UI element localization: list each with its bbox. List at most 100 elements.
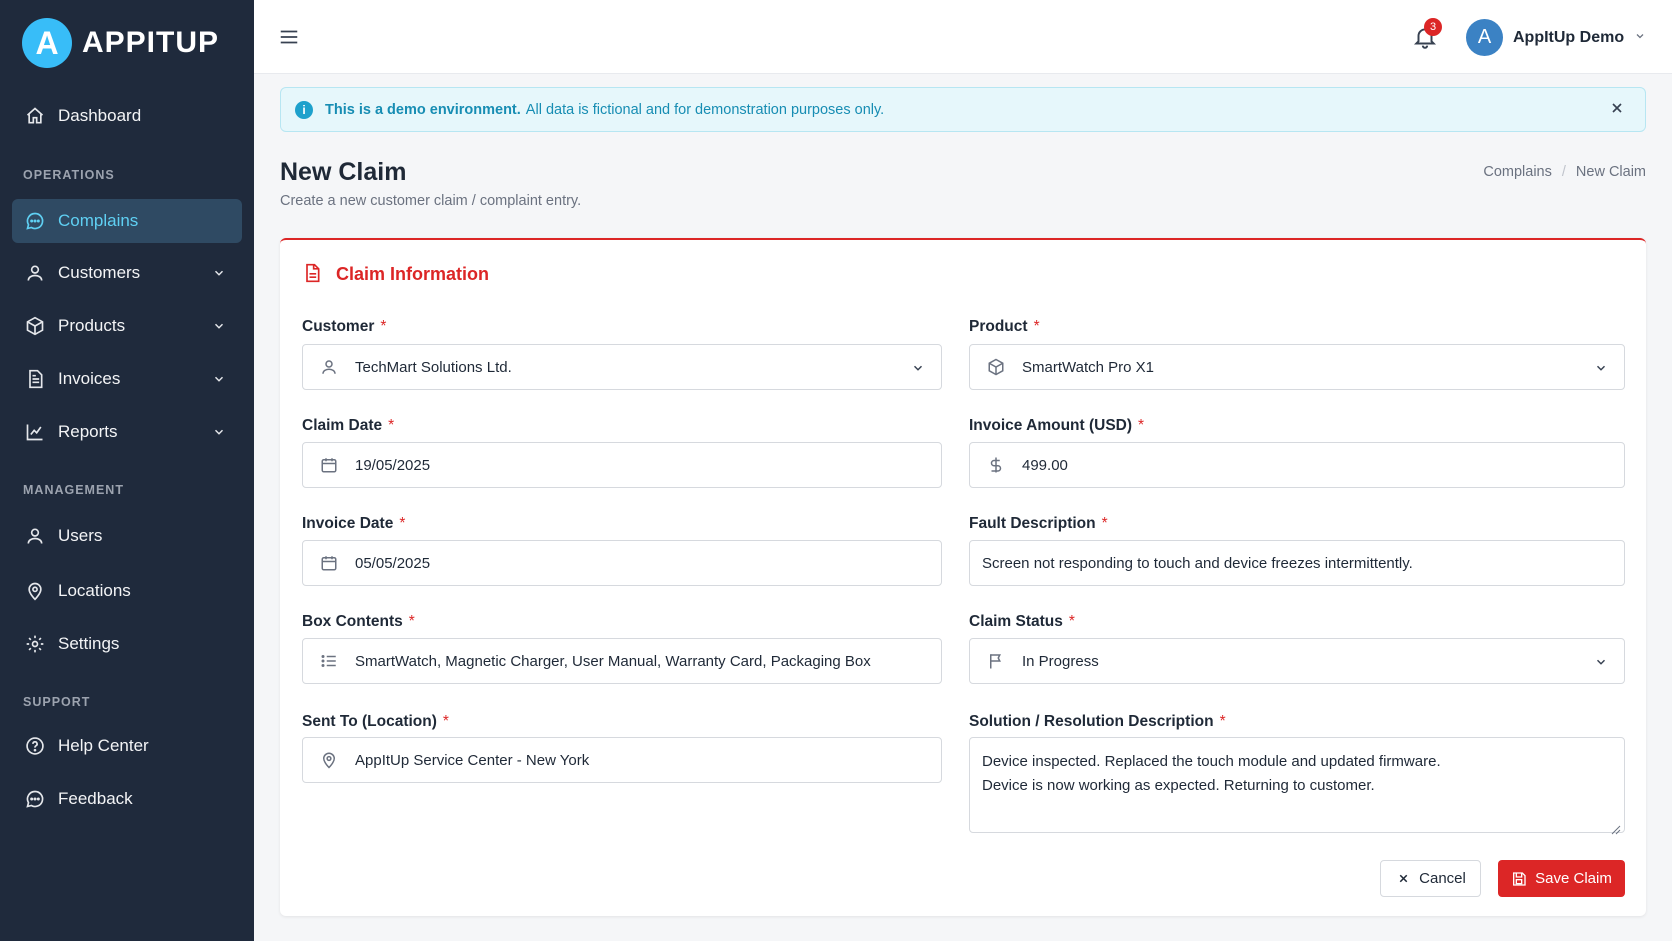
solution-label-text: Solution / Resolution Description bbox=[969, 713, 1214, 730]
user-icon bbox=[24, 262, 46, 284]
sidebar-item-label: Locations bbox=[58, 581, 131, 600]
sidebar-item-label: Products bbox=[58, 316, 126, 335]
claim-status-label: Claim Status * bbox=[969, 613, 1075, 631]
topbar: 3 A AppItUp Demo bbox=[254, 0, 1672, 74]
alert-strong: This is a demo environment. bbox=[325, 101, 521, 118]
sent-to-label: Sent To (Location) * bbox=[302, 713, 449, 731]
sidebar-item-label: Reports bbox=[58, 422, 118, 441]
brand[interactable]: A APPITUP bbox=[0, 0, 254, 86]
claim-date-value: 19/05/2025 bbox=[355, 456, 431, 474]
chevron-down-icon bbox=[1634, 29, 1646, 47]
pin-icon bbox=[319, 750, 339, 770]
invoice-amount-field[interactable]: 499.00 bbox=[969, 442, 1625, 488]
chevron-down-icon bbox=[212, 265, 226, 285]
sidebar: A APPITUP Dashboard OPERATIONS Complains… bbox=[0, 0, 254, 941]
required-mark: * bbox=[1101, 515, 1108, 532]
breadcrumb-separator: / bbox=[1561, 164, 1566, 180]
sent-to-value: AppItUp Service Center - New York bbox=[355, 751, 590, 769]
resize-handle-icon[interactable] bbox=[1611, 819, 1621, 835]
user-icon bbox=[319, 357, 339, 377]
claim-status-select[interactable]: In Progress bbox=[969, 638, 1625, 684]
required-mark: * bbox=[380, 318, 387, 335]
customer-select[interactable]: TechMart Solutions Ltd. bbox=[302, 344, 942, 390]
sent-to-field[interactable]: AppItUp Service Center - New York bbox=[302, 737, 942, 783]
sidebar-item-dashboard[interactable]: Dashboard bbox=[12, 94, 242, 138]
fault-description-label-text: Fault Description bbox=[969, 515, 1096, 532]
notification-badge: 3 bbox=[1424, 18, 1442, 36]
sidebar-item-customers[interactable]: Customers bbox=[12, 251, 242, 295]
sidebar-item-help-center[interactable]: Help Center bbox=[12, 724, 242, 768]
chart-icon bbox=[24, 421, 46, 443]
chevron-down-icon bbox=[1594, 655, 1608, 673]
sidebar-item-products[interactable]: Products bbox=[12, 304, 242, 348]
chevron-down-icon bbox=[212, 371, 226, 391]
fault-description-field[interactable]: Screen not responding to touch and devic… bbox=[969, 540, 1625, 586]
user-menu[interactable]: A AppItUp Demo bbox=[1466, 19, 1646, 56]
customer-value: TechMart Solutions Ltd. bbox=[355, 358, 512, 376]
product-label: Product * bbox=[969, 318, 1040, 336]
sidebar-item-settings[interactable]: Settings bbox=[12, 622, 242, 666]
demo-alert: i This is a demo environment. All data i… bbox=[280, 87, 1646, 132]
invoice-date-field[interactable]: 05/05/2025 bbox=[302, 540, 942, 586]
customer-label-text: Customer bbox=[302, 318, 375, 335]
sidebar-item-complains[interactable]: Complains bbox=[12, 199, 242, 243]
chevron-down-icon bbox=[911, 361, 925, 379]
sidebar-item-label: Help Center bbox=[58, 736, 149, 755]
claim-status-value: In Progress bbox=[1022, 652, 1099, 670]
fault-description-value: Screen not responding to touch and devic… bbox=[982, 554, 1413, 572]
close-icon bbox=[1395, 871, 1411, 887]
page-title: New Claim bbox=[280, 158, 407, 186]
product-select[interactable]: SmartWatch Pro X1 bbox=[969, 344, 1625, 390]
solution-textarea[interactable]: Device inspected. Replaced the touch mod… bbox=[969, 737, 1625, 835]
required-mark: * bbox=[399, 515, 406, 532]
chevron-down-icon bbox=[212, 318, 226, 338]
sidebar-item-label: Complains bbox=[58, 211, 139, 230]
gear-icon bbox=[24, 633, 46, 655]
sidebar-item-locations[interactable]: Locations bbox=[12, 569, 242, 613]
breadcrumb-link-complains[interactable]: Complains bbox=[1483, 164, 1552, 180]
invoice-date-label: Invoice Date * bbox=[302, 515, 405, 533]
card-title: Claim Information bbox=[302, 262, 489, 286]
flag-icon bbox=[986, 651, 1006, 671]
required-mark: * bbox=[1068, 613, 1075, 630]
required-mark: * bbox=[442, 713, 449, 730]
chevron-down-icon bbox=[212, 424, 226, 444]
info-icon: i bbox=[295, 100, 313, 119]
alert-text: All data is fictional and for demonstrat… bbox=[525, 101, 885, 118]
document-icon bbox=[302, 262, 324, 286]
box-contents-field[interactable]: SmartWatch, Magnetic Charger, User Manua… bbox=[302, 638, 942, 684]
invoice-amount-label: Invoice Amount (USD) * bbox=[969, 417, 1144, 435]
card-title-text: Claim Information bbox=[336, 263, 490, 284]
brand-logo: A bbox=[22, 18, 72, 68]
sidebar-item-label: Dashboard bbox=[58, 106, 142, 125]
cancel-button[interactable]: Cancel bbox=[1380, 860, 1481, 897]
help-icon bbox=[24, 735, 46, 757]
claim-form-card: Claim Information Customer * TechMart Sol… bbox=[280, 238, 1646, 916]
box-contents-value: SmartWatch, Magnetic Charger, User Manua… bbox=[355, 652, 871, 670]
required-mark: * bbox=[1138, 417, 1145, 434]
claim-date-field[interactable]: 19/05/2025 bbox=[302, 442, 942, 488]
sidebar-item-users[interactable]: Users bbox=[12, 514, 242, 558]
required-mark: * bbox=[1219, 713, 1226, 730]
invoice-date-label-text: Invoice Date bbox=[302, 515, 394, 532]
close-icon[interactable] bbox=[1609, 100, 1627, 118]
sidebar-item-feedback[interactable]: Feedback bbox=[12, 777, 242, 821]
breadcrumb-current: New Claim bbox=[1575, 164, 1646, 180]
menu-icon[interactable] bbox=[278, 26, 300, 48]
sent-to-label-text: Sent To (Location) bbox=[302, 713, 437, 730]
chevron-down-icon bbox=[1594, 361, 1608, 379]
sidebar-item-label: Customers bbox=[58, 263, 141, 282]
save-claim-button[interactable]: Save Claim bbox=[1498, 860, 1625, 897]
invoice-amount-value: 499.00 bbox=[1022, 456, 1068, 474]
required-mark: * bbox=[408, 613, 415, 630]
chat-icon bbox=[24, 210, 46, 232]
page-subtitle: Create a new customer claim / complaint … bbox=[280, 193, 582, 209]
user-icon bbox=[24, 525, 46, 547]
required-mark: * bbox=[388, 417, 395, 434]
solution-line: Device is now working as expected. Retur… bbox=[982, 777, 1375, 794]
box-contents-label-text: Box Contents bbox=[302, 613, 403, 630]
box-icon bbox=[24, 315, 46, 337]
breadcrumb: Complains / New Claim bbox=[1483, 164, 1646, 180]
sidebar-item-invoices[interactable]: Invoices bbox=[12, 357, 242, 401]
sidebar-item-reports[interactable]: Reports bbox=[12, 410, 242, 454]
